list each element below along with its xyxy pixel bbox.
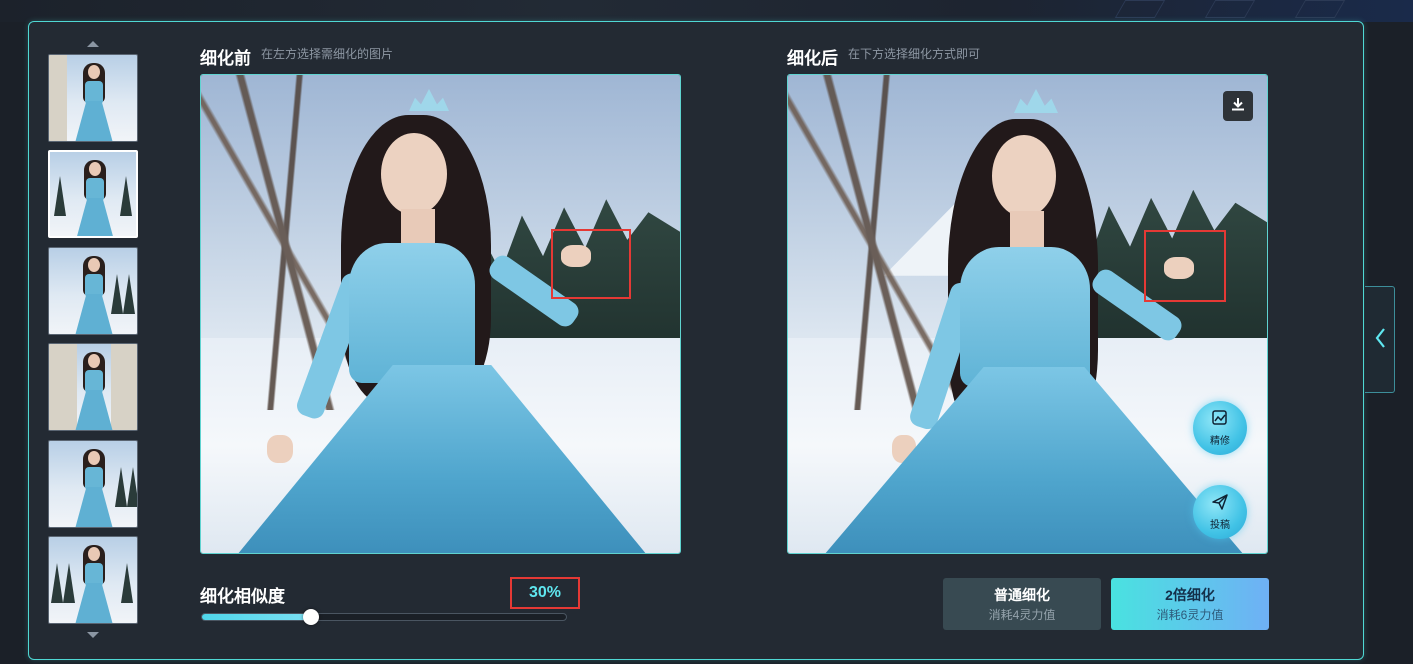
thumbnail-item[interactable] <box>48 247 138 335</box>
top-decoration <box>0 0 1413 22</box>
normal-refine-button[interactable]: 普通细化 消耗4灵力值 <box>943 578 1101 630</box>
thumbnail-item[interactable] <box>48 343 138 431</box>
after-title: 细化后 <box>787 49 838 68</box>
normal-refine-cost: 消耗4灵力值 <box>988 608 1056 622</box>
similarity-slider-track[interactable] <box>201 613 567 621</box>
double-refine-label: 2倍细化 <box>1165 587 1215 603</box>
decor-hex <box>1204 0 1256 18</box>
download-icon <box>1230 96 1246 116</box>
before-subtitle: 在左方选择需细化的图片 <box>261 47 394 61</box>
before-image <box>200 74 681 554</box>
after-image: 精修 投稿 <box>787 74 1268 554</box>
highlight-box-before <box>551 229 631 299</box>
thumbnail-item-selected[interactable] <box>48 150 138 238</box>
similarity-slider-fill <box>202 614 312 620</box>
before-title: 细化前 <box>200 49 251 68</box>
thumbnail-item[interactable] <box>48 54 138 142</box>
download-button[interactable] <box>1223 91 1253 121</box>
collapse-panel-tab[interactable] <box>1365 286 1395 393</box>
submit-button[interactable]: 投稿 <box>1193 485 1247 539</box>
decor-hex <box>1294 0 1346 18</box>
similarity-label: 细化相似度 <box>200 587 285 606</box>
double-refine-cost: 消耗6灵力值 <box>1156 608 1224 622</box>
normal-refine-label: 普通细化 <box>994 587 1050 603</box>
send-icon <box>1211 493 1229 516</box>
double-refine-button[interactable]: 2倍细化 消耗6灵力值 <box>1111 578 1269 630</box>
after-subtitle: 在下方选择细化方式即可 <box>848 47 981 61</box>
submit-button-label: 投稿 <box>1210 520 1230 531</box>
thumbnail-item[interactable] <box>48 536 138 624</box>
scroll-down-arrow-icon[interactable] <box>87 632 99 638</box>
chevron-left-icon <box>1374 327 1386 353</box>
scroll-up-arrow-icon[interactable] <box>87 41 99 47</box>
thumbnail-item[interactable] <box>48 440 138 528</box>
decor-hex <box>1114 0 1166 18</box>
similarity-value: 30% <box>510 577 580 609</box>
highlight-box-after <box>1144 230 1226 302</box>
similarity-slider-handle[interactable] <box>302 609 319 625</box>
refine-panel: 细化前 在左方选择需细化的图片 细化后 在下方选择细化方式即可 精修 投稿 细化… <box>28 21 1364 660</box>
refine-button-label: 精修 <box>1210 436 1230 447</box>
image-edit-icon <box>1211 409 1229 432</box>
refine-button[interactable]: 精修 <box>1193 401 1247 455</box>
